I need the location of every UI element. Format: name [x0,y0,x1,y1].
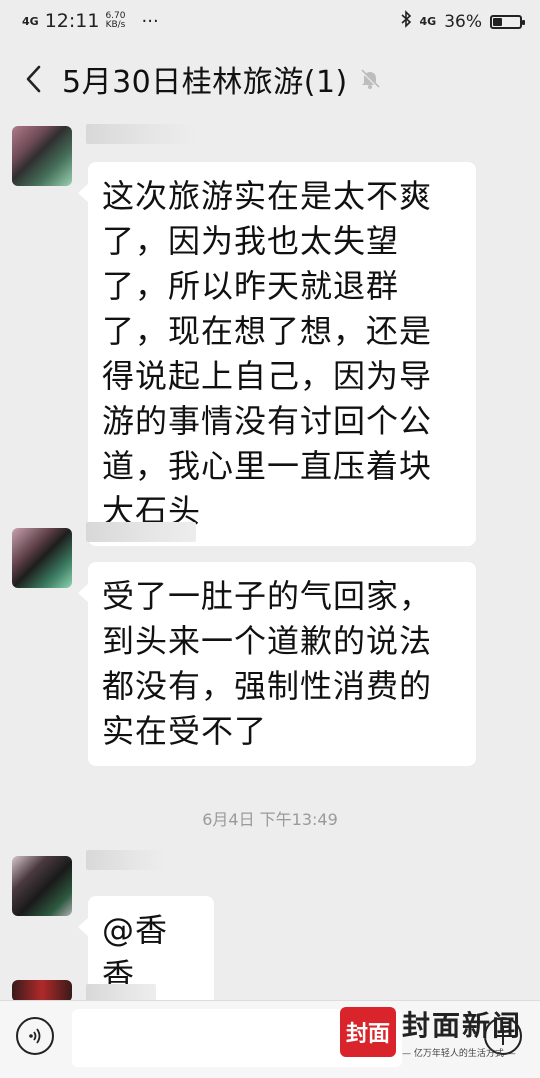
mute-bell-icon [360,69,380,89]
battery-percent: 36% [444,11,482,32]
watermark-slogan: — 亿万年轻人的生活方式 — [402,1049,516,1059]
avatar[interactable] [12,980,72,1002]
signal-icon: 4G [22,14,39,28]
speed-unit: KB/s [105,20,126,30]
status-bar: 4G 12:11 6.70 KB/s ··· 4G 36% [0,0,540,42]
chat-header: 5月30日桂林旅游(1) [0,42,540,116]
back-button[interactable] [10,55,58,103]
sender-name [86,124,196,144]
avatar[interactable] [12,856,72,916]
voice-button[interactable] [16,1017,54,1055]
more-icon: ··· [141,10,159,32]
watermark: 封面 封面新闻 — 亿万年轻人的生活方式 — [340,1004,522,1059]
message-text: 这次旅游实在是太不爽了，因为我也太失望了，所以昨天就退群了，现在想了想，还是得说… [102,177,433,530]
battery-fill [493,17,503,26]
message-timestamp: 6月4日 下午13:49 [202,810,338,829]
sender-name [86,850,166,870]
voice-icon [29,1028,41,1044]
network-speed: 6.70 KB/s [105,12,125,30]
avatar[interactable] [12,528,72,588]
message-bubble[interactable]: 这次旅游实在是太不爽了，因为我也太失望了，所以昨天就退群了，现在想了想，还是得说… [78,162,476,546]
chevron-left-icon [26,65,41,93]
message-text: @香香 [102,911,169,994]
bluetooth-icon [400,10,412,33]
watermark-logo: 封面 [340,1006,396,1057]
battery-icon [490,14,525,29]
clock: 12:11 [44,10,100,32]
sender-name [86,522,196,542]
signal-icon-right: 4G [419,15,437,28]
message-bubble[interactable]: 受了一肚子的气回家，到头来一个道歉的说法都没有，强制性消费的实在受不了 [78,562,476,766]
avatar[interactable] [12,126,72,186]
message-text: 受了一肚子的气回家，到头来一个道歉的说法都没有，强制性消费的实在受不了 [102,577,433,750]
watermark-name: 封面新闻 [402,1009,523,1042]
chat-title: 5月30日桂林旅游(1) [62,65,348,100]
